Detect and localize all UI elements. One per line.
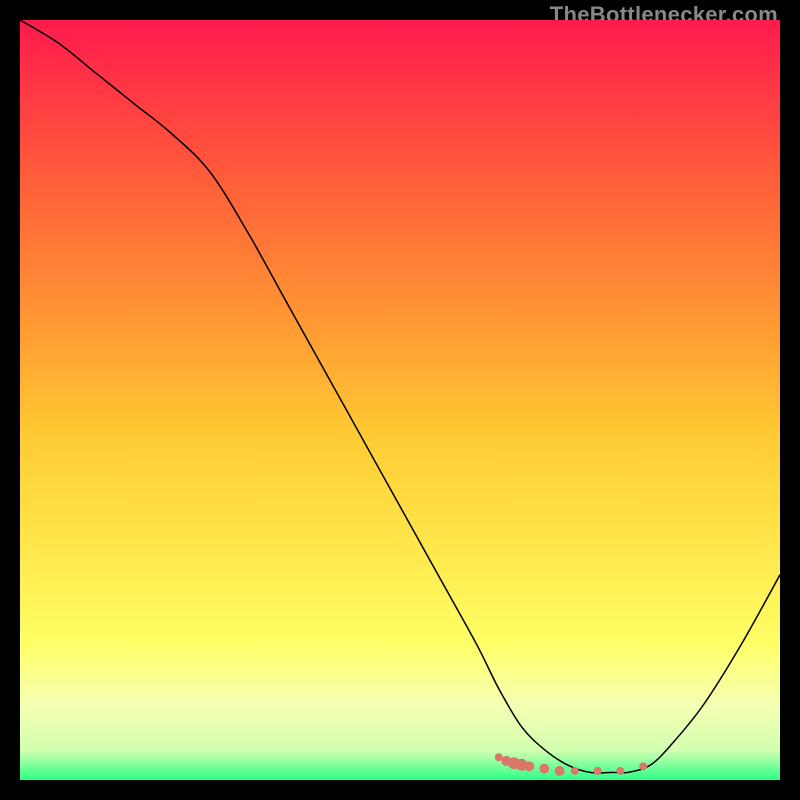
chart-frame	[20, 20, 780, 780]
marker-dot	[594, 767, 602, 775]
marker-dot	[639, 762, 647, 770]
gradient-background	[20, 20, 780, 780]
marker-dot	[571, 767, 579, 775]
bottleneck-chart	[20, 20, 780, 780]
marker-dot	[616, 767, 624, 775]
marker-dot	[539, 764, 549, 774]
marker-dot	[555, 766, 565, 776]
marker-dot	[524, 761, 534, 771]
